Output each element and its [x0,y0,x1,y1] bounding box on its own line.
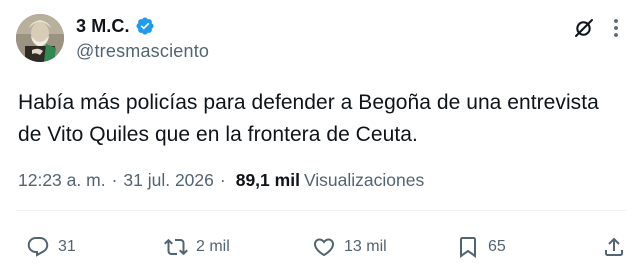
verified-badge-icon[interactable] [135,16,155,36]
tweet-text-line-1: Había más policías para defender a Begoñ… [18,91,599,114]
display-name[interactable]: 3 M.C. [76,16,130,37]
tweet-text: Había más policías para defender a Begoñ… [18,87,638,151]
bookmark-count: 65 [488,238,506,255]
heart-icon [312,235,336,259]
repost-count: 2 mil [196,238,230,255]
tweet-meta: 12:23 a. m. · 31 jul. 2026 · 89,1 mil Vi… [18,170,424,191]
like-button[interactable]: 13 mil [312,230,387,264]
like-count: 13 mil [344,238,387,255]
avatar[interactable] [16,14,64,62]
share-button[interactable] [602,230,626,264]
more-dots-icon[interactable] [604,16,628,40]
reply-button[interactable]: 31 [26,230,76,264]
share-upload-icon [602,235,626,259]
tweet-time[interactable]: 12:23 a. m. [18,170,106,191]
avatar-image [16,14,64,62]
action-bar: 31 2 mil 13 mil 65 [0,230,643,264]
author-block: 3 M.C. @tresmasciento [76,14,209,62]
tweet-text-line-2: de Vito Quiles que en la frontera de Ceu… [18,123,418,146]
speech-bubble-icon [26,235,50,259]
grok-icon[interactable] [572,16,596,40]
repost-button[interactable]: 2 mil [164,230,230,264]
views-label[interactable]: Visualizaciones [304,170,424,191]
divider [16,210,627,211]
reply-count: 31 [58,238,76,255]
bookmark-button[interactable]: 65 [456,230,506,264]
bookmark-icon [456,235,480,259]
repost-arrows-icon [164,235,188,259]
views-count[interactable]: 89,1 mil [236,170,300,191]
meta-separator-2: · [219,170,226,190]
tweet-date[interactable]: 31 jul. 2026 [123,170,214,191]
user-handle[interactable]: @tresmasciento [76,41,209,62]
meta-separator: · [111,170,118,190]
tweet-card: 3 M.C. @tresmasciento Había más policías… [0,0,643,273]
